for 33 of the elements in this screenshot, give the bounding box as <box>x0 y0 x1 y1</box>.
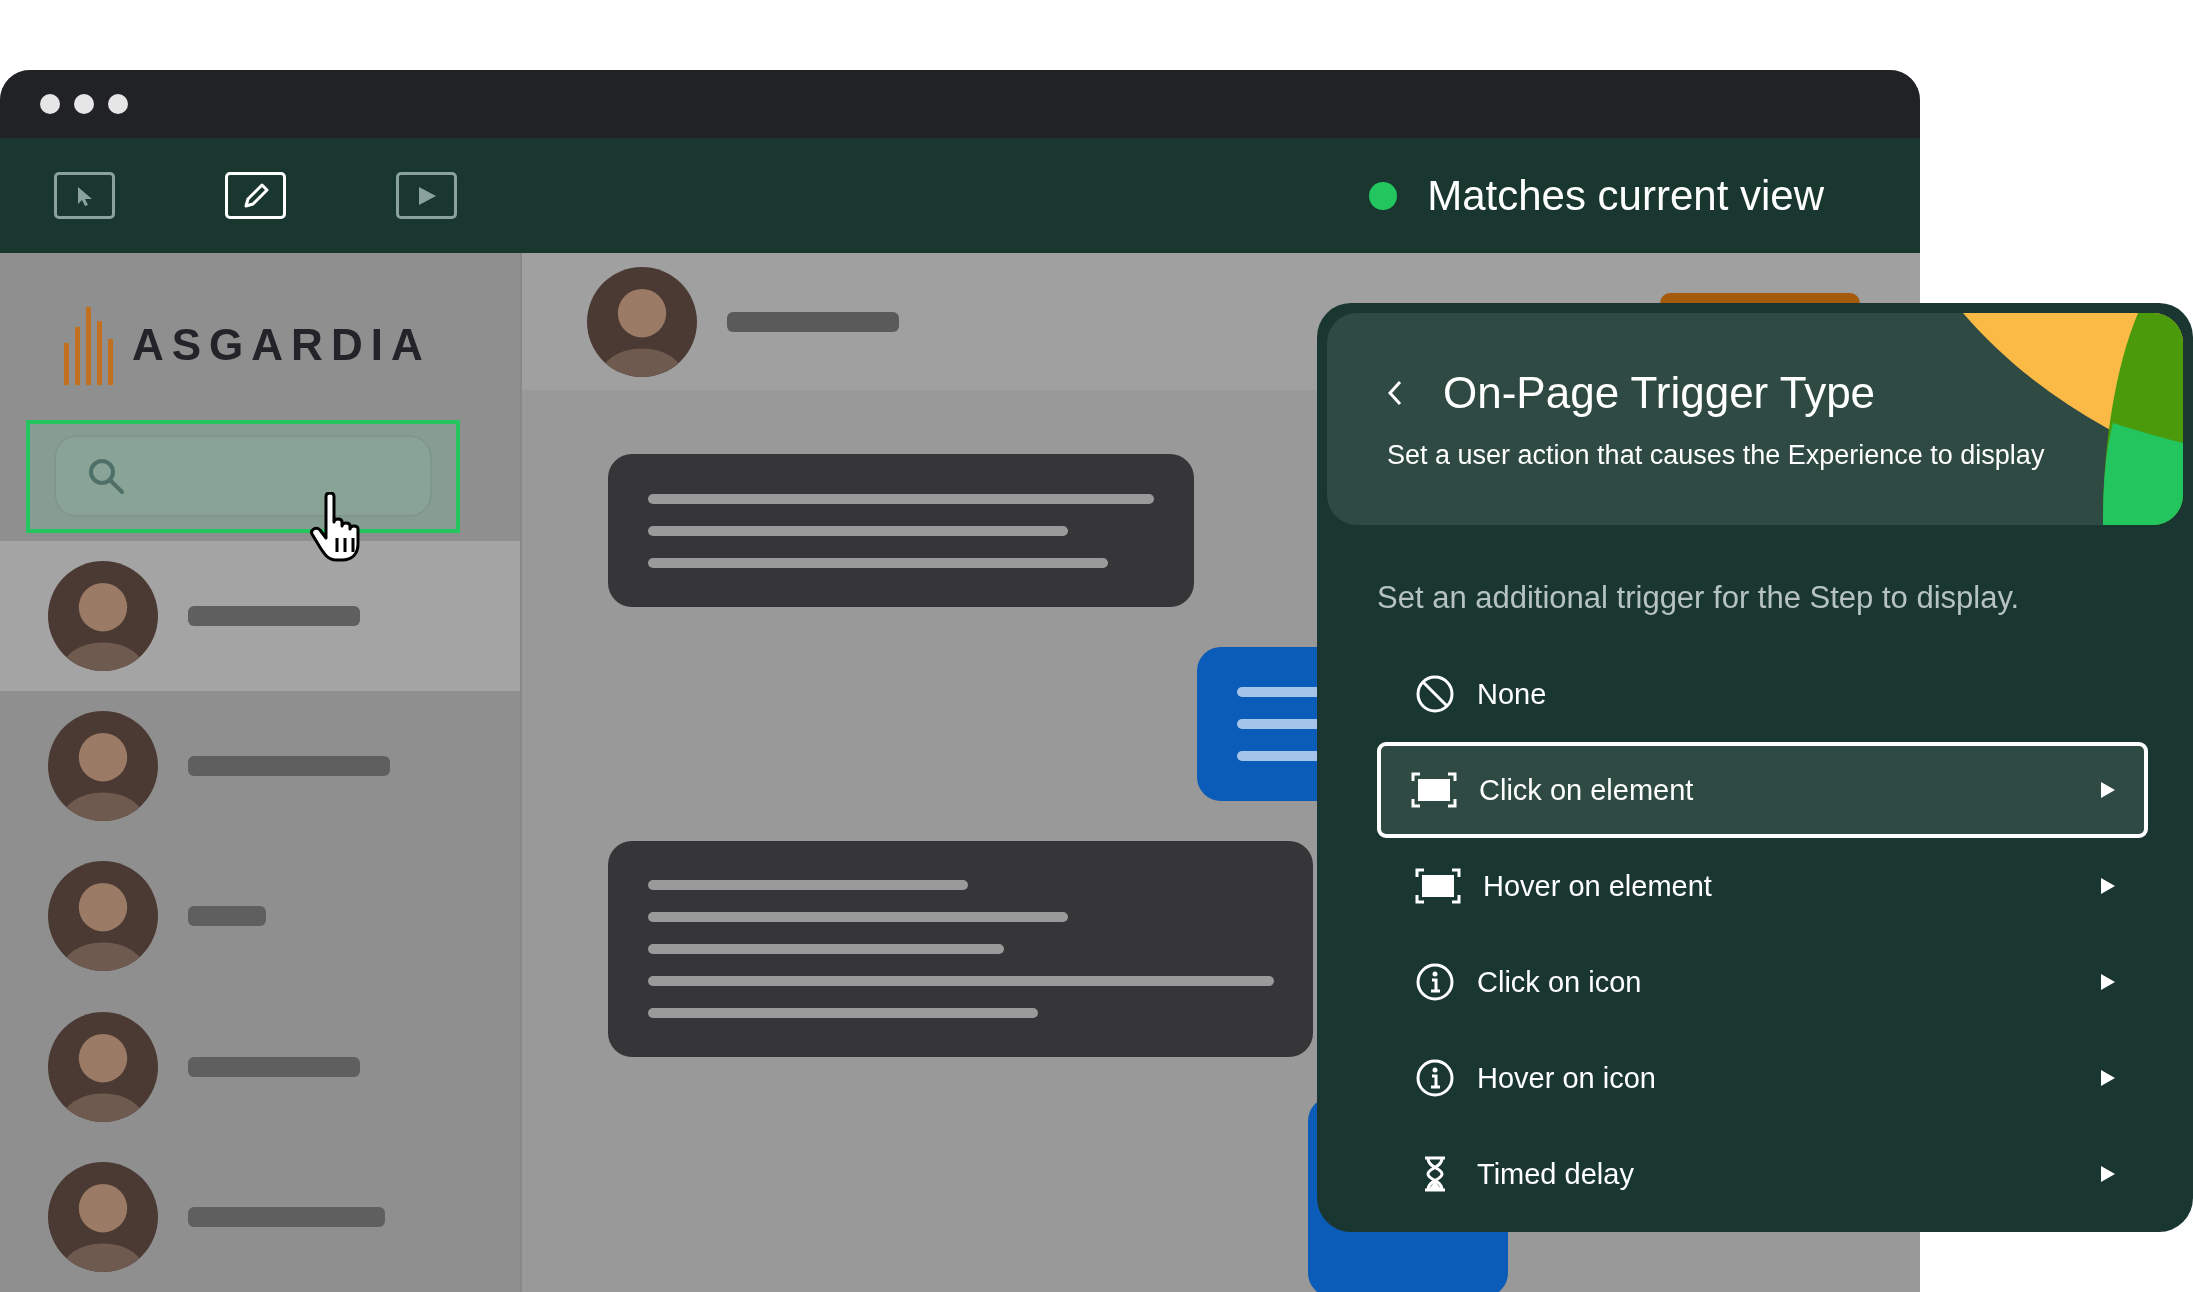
panel-subtitle: Set a user action that causes the Experience to display <box>1387 440 2046 471</box>
submenu-arrow-icon <box>2100 1069 2116 1087</box>
preview-tool-button[interactable] <box>396 172 457 219</box>
info-icon <box>1415 1058 1455 1098</box>
back-icon[interactable] <box>1387 379 1403 407</box>
info-icon <box>1415 962 1455 1002</box>
trigger-option[interactable]: Click on element <box>1377 742 2148 838</box>
status-dot <box>1369 181 1398 210</box>
contact-row[interactable] <box>0 540 520 691</box>
select-tool-button[interactable] <box>54 172 115 219</box>
trigger-option[interactable]: Hover on icon <box>1377 1030 2148 1126</box>
logo-text: ASGARDIA <box>132 319 431 370</box>
element-frame-icon <box>1411 772 1457 808</box>
submenu-arrow-icon <box>2100 973 2116 991</box>
trigger-option[interactable]: Hover on element <box>1377 838 2148 934</box>
panel-prompt: Set an additional trigger for the Step to display. <box>1377 580 2021 616</box>
trigger-option[interactable]: Click on icon <box>1377 934 2148 1030</box>
cursor-icon <box>75 184 94 207</box>
search-icon <box>86 456 126 497</box>
window-dot <box>40 94 60 114</box>
element-frame-icon <box>1415 868 1461 904</box>
status-text: Matches current view <box>1427 171 1824 220</box>
window-dot <box>74 94 94 114</box>
submenu-arrow-icon <box>2100 781 2116 799</box>
panel-title: On-Page Trigger Type <box>1443 368 1876 418</box>
trigger-option[interactable]: None <box>1377 646 2148 742</box>
prohibited-icon <box>1415 674 1455 714</box>
trigger-option[interactable]: Timed delay <box>1377 1126 2148 1222</box>
edit-tool-button[interactable] <box>225 172 286 219</box>
search-field[interactable] <box>56 437 430 516</box>
submenu-arrow-icon <box>2100 1165 2116 1183</box>
submenu-arrow-icon <box>2100 877 2116 895</box>
window-dot <box>108 94 128 114</box>
